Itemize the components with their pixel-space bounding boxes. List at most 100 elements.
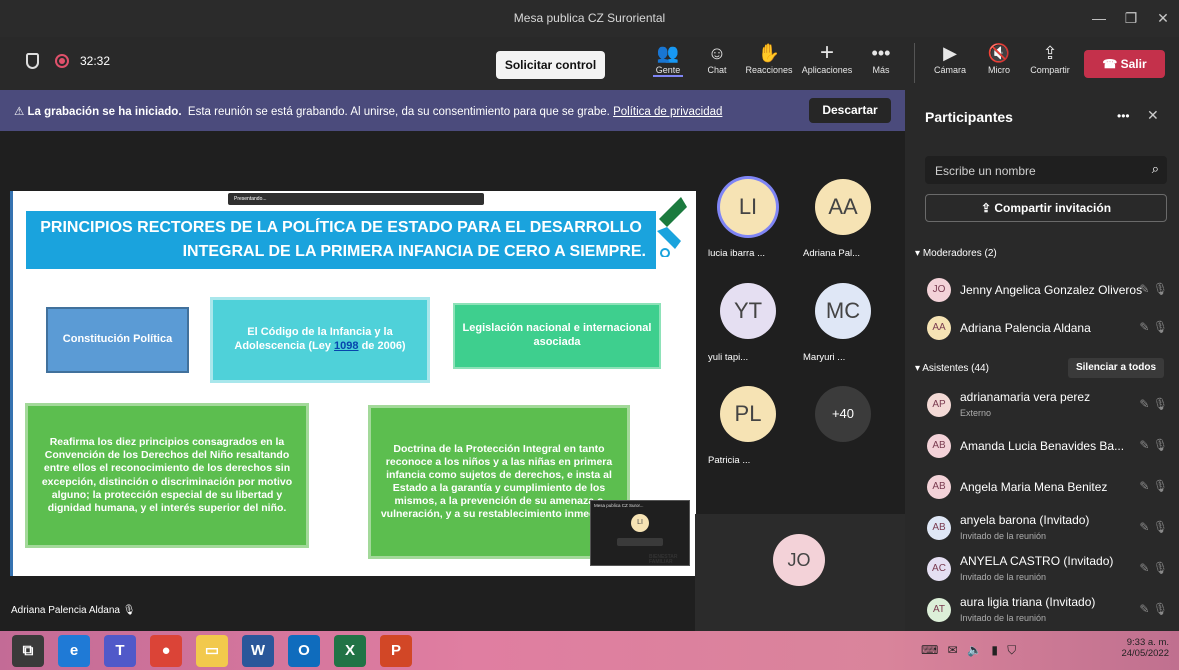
share-invite-button[interactable]: ⇪ Compartir invitación: [925, 194, 1167, 222]
participant-row[interactable]: JO Jenny Angelica Gonzalez Oliveros ✎ 🎙: [919, 272, 1174, 308]
logo-chevron-icon: [655, 197, 687, 258]
participant-row[interactable]: AB Angela Maria Mena Benitez ✎ 🎙: [919, 469, 1174, 505]
participant-tile-avatar[interactable]: YT: [720, 283, 776, 339]
shield-icon: [26, 53, 39, 69]
participant-tile-avatar[interactable]: LI: [720, 179, 776, 235]
mute-all-button[interactable]: Silenciar a todos: [1068, 358, 1164, 378]
windows-taskbar: ⌨ ✉ 🔈 ▮ ⛉ 9:33 a. m. 24/05/2022 ⧉ e T ● ▭ W O X…: [0, 631, 1179, 670]
participant-tile-name: Patricia ...: [708, 455, 751, 466]
mic-off-icon: ✎ 🎙: [1139, 438, 1168, 452]
dismiss-button[interactable]: Descartar: [809, 98, 891, 123]
participant-row[interactable]: AA Adriana Palencia Aldana ✎ 🎙: [919, 310, 1174, 346]
ley-link[interactable]: 1098: [334, 340, 358, 352]
chat-button[interactable]: ☺ Chat: [694, 39, 740, 87]
more-button[interactable]: ••• Más: [858, 39, 904, 87]
mini-controls[interactable]: [617, 538, 663, 546]
participant-name: anyela barona (Invitado): [960, 513, 1090, 527]
panel-more-icon[interactable]: •••: [1117, 109, 1130, 123]
search-input[interactable]: Escribe un nombre ⌕: [925, 156, 1167, 184]
participant-row[interactable]: AP adrianamaria vera perez Externo ✎ 🎙: [919, 387, 1174, 423]
privacy-link[interactable]: Política de privacidad: [613, 106, 722, 118]
participant-tile-avatar[interactable]: +40: [815, 386, 871, 442]
camera-label: Cámara: [933, 65, 966, 75]
share-invite-icon: ⇪: [980, 201, 995, 215]
maximize-icon[interactable]: ❐: [1120, 8, 1142, 28]
apps-label: Aplicaciones: [801, 65, 853, 75]
participant-tile-name: Adriana Pal...: [803, 248, 861, 259]
request-control-button[interactable]: Solicitar control: [496, 51, 605, 79]
box-constitucion: Constitución Política: [46, 307, 189, 373]
shared-slide: Presentando... PRINCIPIOS RECTORES DE LA…: [10, 191, 696, 576]
leave-button[interactable]: ☎ Salir: [1084, 50, 1165, 78]
participant-name: Adriana Palencia Aldana: [960, 321, 1091, 335]
recording-icon: [55, 54, 69, 68]
toolbar-divider: [914, 43, 915, 83]
clock-time: 9:33 a. m.: [1126, 637, 1169, 648]
banner-text: ⚠ La grabación se ha iniciado. Esta reun…: [14, 104, 722, 118]
mic-off-icon: 🔇: [987, 43, 1011, 63]
outlook-icon[interactable]: O: [288, 635, 320, 667]
mini-window-title: Mesa publica CZ Suror...: [594, 503, 644, 508]
task-view-icon[interactable]: ⧉: [12, 635, 44, 667]
participant-tile-name: yuli tapi...: [708, 352, 749, 363]
chat-icon: ☺: [707, 43, 727, 63]
attendees-header[interactable]: ▾ Asistentes (44): [915, 363, 989, 374]
participants-panel: Participantes ••• ✕ Escribe un nombre ⌕ …: [905, 90, 1179, 631]
participant-avatar: JO: [927, 278, 951, 302]
apps-button[interactable]: + Aplicaciones: [797, 39, 857, 87]
edge-icon[interactable]: e: [58, 635, 90, 667]
system-tray-icons[interactable]: ⌨ ✉ 🔈 ▮ ⛉: [921, 643, 1019, 658]
participant-row[interactable]: AB anyela barona (Invitado) Invitado de …: [919, 510, 1174, 546]
more-icon: •••: [871, 43, 891, 63]
moderators-header[interactable]: ▾ Moderadores (2): [915, 248, 997, 259]
powerpoint-icon[interactable]: P: [380, 635, 412, 667]
window-title: Mesa publica CZ Suroriental: [513, 11, 666, 25]
speaker-label: Adriana Palencia Aldana 🎙: [7, 603, 140, 618]
people-button[interactable]: 👥 Gente: [645, 39, 691, 87]
participant-tile-avatar[interactable]: AA: [815, 179, 871, 235]
clock-date: 24/05/2022: [1121, 648, 1169, 659]
recording-banner: ⚠ La grabación se ha iniciado. Esta reun…: [0, 90, 905, 131]
participant-avatar: AB: [927, 434, 951, 458]
minimize-icon[interactable]: —: [1088, 8, 1110, 28]
title-bar: Mesa publica CZ Suroriental — ❐ ✕: [0, 0, 1179, 37]
participant-name: ANYELA CASTRO (Invitado): [960, 554, 1114, 568]
mic-off-icon: ✎ 🎙: [1139, 282, 1168, 296]
participant-row[interactable]: AT aura ligia triana (Invitado) Invitado…: [919, 592, 1174, 628]
attendees-header-label: Asistentes (44): [922, 363, 989, 374]
teams-icon[interactable]: T: [104, 635, 136, 667]
mic-off-icon: ✎ 🎙: [1139, 397, 1168, 411]
people-icon: 👥: [656, 43, 680, 63]
explorer-icon[interactable]: ▭: [196, 635, 228, 667]
close-icon[interactable]: ✕: [1152, 8, 1174, 28]
participant-row[interactable]: AC ANYELA CASTRO (Invitado) Invitado de …: [919, 551, 1174, 587]
mic-off-icon: ✎ 🎙: [1139, 602, 1168, 616]
banner-message: Esta reunión se está grabando. Al unirse…: [187, 106, 610, 118]
participant-subtitle: Invitado de la reunión: [960, 613, 1047, 623]
excel-icon[interactable]: X: [334, 635, 366, 667]
phone-hangup-icon: ☎: [1102, 57, 1121, 71]
share-button[interactable]: ⇪ Compartir: [1024, 39, 1076, 87]
big-tile[interactable]: JO: [695, 514, 905, 631]
participant-subtitle: Invitado de la reunión: [960, 572, 1047, 582]
camera-button[interactable]: ▶ Cámara: [927, 39, 973, 87]
participant-tile-avatar[interactable]: PL: [720, 386, 776, 442]
mic-off-icon: ✎ 🎙: [1139, 561, 1168, 575]
clock[interactable]: 9:33 a. m. 24/05/2022: [1109, 637, 1169, 659]
panel-close-icon[interactable]: ✕: [1147, 107, 1159, 124]
presenter-toolbar[interactable]: Presentando...: [228, 193, 484, 205]
mic-button[interactable]: 🔇 Micro: [976, 39, 1022, 87]
camera-off-icon: ▶: [943, 43, 957, 63]
participant-avatar: AP: [927, 393, 951, 417]
panel-title: Participantes: [925, 109, 1013, 125]
participant-avatar: AB: [927, 475, 951, 499]
active-indicator: [653, 75, 683, 77]
more-label: Más: [872, 65, 890, 75]
speaker-name: Adriana Palencia Aldana: [11, 605, 120, 616]
participant-row[interactable]: AB Amanda Lucia Benavides Ba... ✎ 🎙: [919, 428, 1174, 464]
participant-name: adrianamaria vera perez: [960, 390, 1091, 404]
participant-tile-avatar[interactable]: MC: [815, 283, 871, 339]
reactions-button[interactable]: ✋ Reacciones: [741, 39, 797, 87]
word-icon[interactable]: W: [242, 635, 274, 667]
chrome-icon[interactable]: ●: [150, 635, 182, 667]
